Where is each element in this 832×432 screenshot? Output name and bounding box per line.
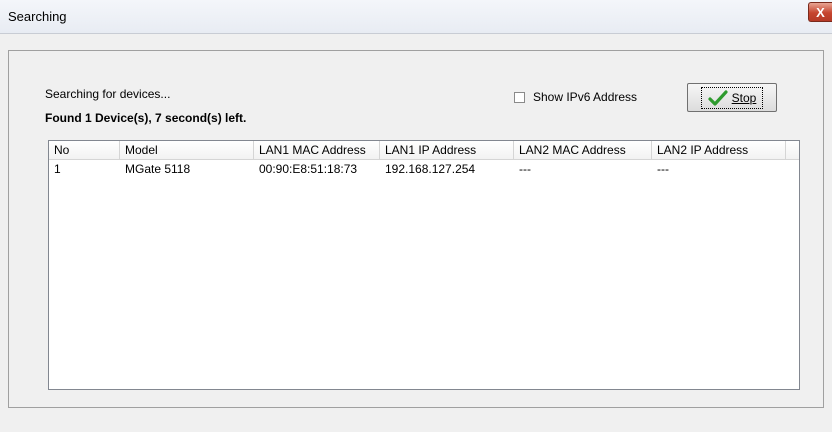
show-ipv6-checkbox[interactable] [514, 91, 525, 103]
column-lan1-ip[interactable]: LAN1 IP Address [380, 141, 514, 159]
cell-lan1-ip: 192.168.127.254 [385, 162, 476, 176]
cell-model: MGate 5118 [125, 162, 191, 176]
cell-no: 1 [54, 162, 61, 176]
device-list[interactable]: No Model LAN1 MAC Address LAN1 IP Addres… [48, 140, 800, 390]
stop-button-focus: Stop [700, 86, 764, 109]
column-model[interactable]: Model [120, 141, 254, 159]
cell-lan2-mac: --- [519, 162, 531, 176]
show-ipv6-option[interactable]: Show IPv6 Address [514, 90, 637, 104]
table-row[interactable]: 1 MGate 5118 00:90:E8:51:18:73 192.168.1… [49, 161, 786, 177]
show-ipv6-label: Show IPv6 Address [533, 90, 638, 104]
check-icon [708, 89, 728, 106]
column-lan2-ip[interactable]: LAN2 IP Address [652, 141, 786, 159]
cell-lan1-mac: 00:90:E8:51:18:73 [259, 162, 358, 176]
close-icon: X [816, 4, 825, 20]
title-bar[interactable]: Searching X [0, 0, 832, 34]
list-header: No Model LAN1 MAC Address LAN1 IP Addres… [49, 141, 799, 160]
stop-label: Stop [731, 90, 757, 105]
cell-lan2-ip: --- [657, 162, 669, 176]
search-dialog: Searching X Searching for devices... Fou… [0, 0, 832, 432]
column-lan2-mac[interactable]: LAN2 MAC Address [514, 141, 652, 159]
found-status: Found 1 Device(s), 7 second(s) left. [45, 111, 247, 125]
close-button[interactable]: X [808, 2, 832, 22]
column-no[interactable]: No [49, 141, 120, 159]
stop-button[interactable]: Stop [687, 83, 777, 112]
searching-status: Searching for devices... [45, 87, 171, 101]
window-title: Searching [8, 9, 67, 24]
column-lan1-mac[interactable]: LAN1 MAC Address [254, 141, 380, 159]
